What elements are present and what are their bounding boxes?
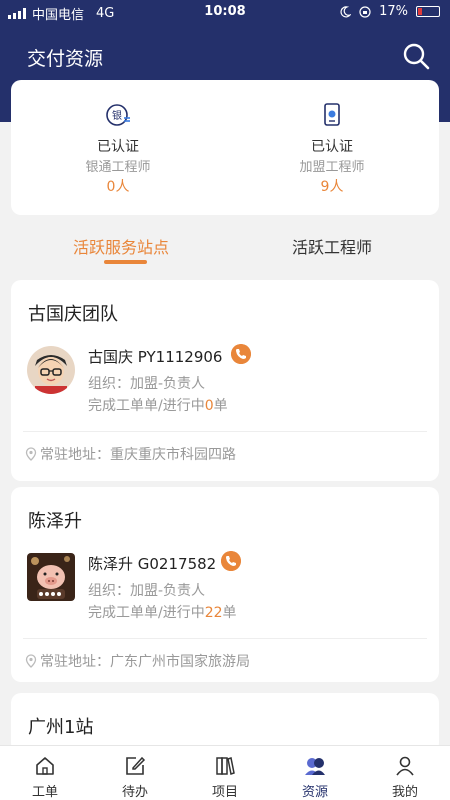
address-text: 常驻地址：广东广州市国家旅游局 xyxy=(40,654,250,670)
engineer-name: 陈泽升 G0217582 xyxy=(88,555,217,573)
search-icon[interactable] xyxy=(402,42,430,70)
avatar xyxy=(27,346,75,394)
battery-percent: 17% xyxy=(379,4,408,19)
certification-summary: 银 已认证 银通工程师 0人 已认证 加盟工程师 9人 xyxy=(11,80,439,215)
phone-icon[interactable] xyxy=(221,551,241,571)
address-row: 常驻地址：重庆重庆市科园四路 xyxy=(25,444,236,464)
home-icon xyxy=(36,757,54,775)
pig-photo-avatar xyxy=(27,553,75,601)
divider xyxy=(23,638,427,639)
tabbar-label: 资源 xyxy=(301,785,328,800)
stat-franchise-engineers[interactable]: 已认证 加盟工程师 9人 xyxy=(225,80,439,215)
tabbar-label: 我的 xyxy=(391,785,418,800)
station-card[interactable]: 广州1站 xyxy=(11,693,439,753)
progress-prefix: 完成工单单/进行中 xyxy=(88,605,205,621)
bank-card-icon: 银 xyxy=(106,104,130,126)
stat-role: 加盟工程师 xyxy=(299,160,365,175)
progress-count: 0 xyxy=(204,398,214,414)
work-order-progress: 完成工单单/进行中22单 xyxy=(88,602,237,622)
team-name: 广州1站 xyxy=(28,717,94,738)
progress-prefix: 完成工单单/进行中 xyxy=(88,398,205,414)
stat-status: 已认证 xyxy=(97,139,139,155)
station-card[interactable]: 陈泽升 陈泽升 G0217582 组织：加盟-负责人 完成工单单/进行中22单 … xyxy=(11,487,439,682)
team-name: 陈泽升 xyxy=(28,511,82,532)
battery-icon xyxy=(416,6,440,17)
bottom-tab-bar: 工单 待办 项目 资源 我的 xyxy=(0,745,450,800)
divider xyxy=(23,431,427,432)
person-icon xyxy=(396,756,414,776)
tab-bar-top: 活跃服务站点 活跃工程师 xyxy=(0,226,450,266)
stat-count: 0人 xyxy=(106,179,130,195)
rotation-lock-icon xyxy=(359,5,371,18)
organization: 组织：加盟-负责人 xyxy=(88,376,206,392)
stat-count: 9人 xyxy=(320,179,344,195)
station-card[interactable]: 古国庆团队 古国庆 PY1112906 组织：加盟-负责人 完成工单单/进行中0… xyxy=(11,280,439,481)
progress-suffix: 单 xyxy=(213,398,228,414)
tabbar-item-todo[interactable]: 待办 xyxy=(90,746,180,800)
tabbar-item-resources[interactable]: 资源 xyxy=(270,746,360,800)
moon-icon xyxy=(340,5,352,17)
progress-count: 22 xyxy=(204,605,223,621)
tab-indicator xyxy=(104,260,147,264)
tabbar-label: 项目 xyxy=(211,785,238,800)
page-title: 交付资源 xyxy=(27,48,104,70)
progress-suffix: 单 xyxy=(222,605,237,621)
organization: 组织：加盟-负责人 xyxy=(88,583,206,599)
tabbar-label: 工单 xyxy=(31,785,58,800)
tabbar-item-mine[interactable]: 我的 xyxy=(360,746,450,800)
address-row: 常驻地址：广东广州市国家旅游局 xyxy=(25,651,250,671)
tablet-check-icon xyxy=(324,103,340,126)
tab-active-engineers[interactable]: 活跃工程师 xyxy=(292,234,372,258)
people-icon xyxy=(305,758,325,775)
tabbar-item-work-orders[interactable]: 工单 xyxy=(0,746,90,800)
avatar xyxy=(27,553,75,601)
svg-text:银: 银 xyxy=(112,109,122,122)
edit-icon xyxy=(126,756,146,775)
stat-yintong-engineers[interactable]: 银 已认证 银通工程师 0人 xyxy=(11,80,225,215)
address-text: 常驻地址：重庆重庆市科园四路 xyxy=(40,447,236,463)
engineer-name: 古国庆 PY1112906 xyxy=(88,348,223,366)
phone-icon[interactable] xyxy=(231,344,251,364)
tabbar-label: 待办 xyxy=(121,785,148,800)
books-icon xyxy=(216,757,235,775)
cartoon-man-avatar xyxy=(27,346,75,394)
location-pin-icon xyxy=(25,654,37,668)
stat-status: 已认证 xyxy=(311,139,353,155)
team-name: 古国庆团队 xyxy=(28,304,118,325)
status-bar: 中国电信 4G 10:08 17% xyxy=(0,0,450,24)
location-pin-icon xyxy=(25,447,37,461)
tabbar-item-projects[interactable]: 项目 xyxy=(180,746,270,800)
tab-active-stations[interactable]: 活跃服务站点 xyxy=(73,234,169,258)
stat-role: 银通工程师 xyxy=(85,160,151,175)
work-order-progress: 完成工单单/进行中0单 xyxy=(88,395,228,415)
